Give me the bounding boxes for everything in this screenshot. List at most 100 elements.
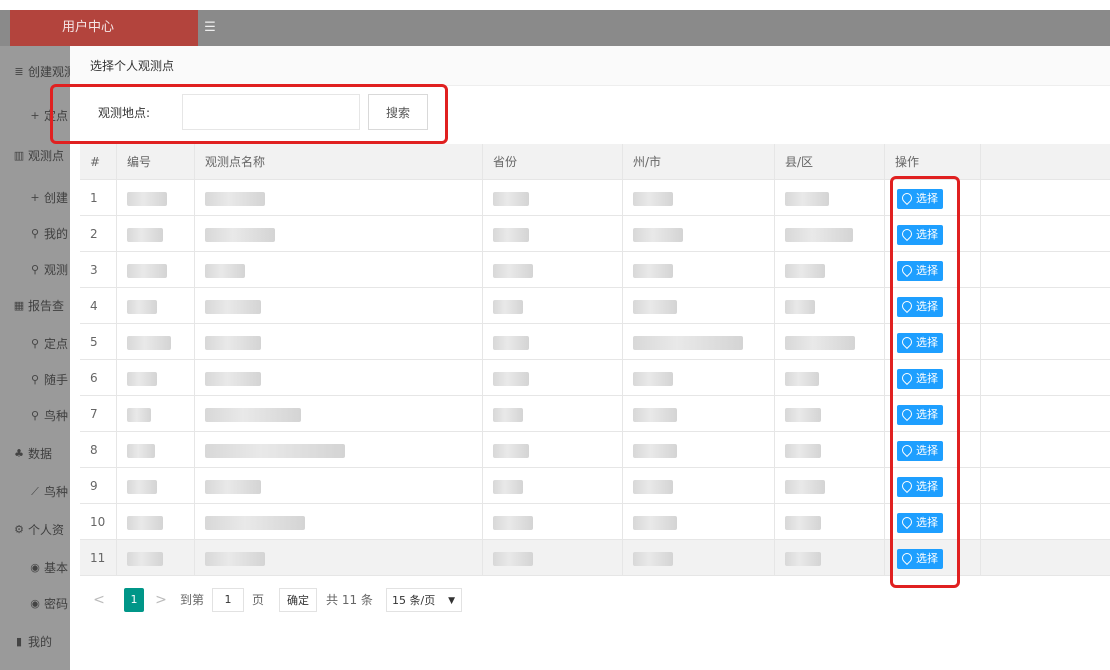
next-page-button[interactable]: > (152, 588, 170, 612)
select-button-label: 选择 (916, 336, 938, 349)
plus-icon: + (30, 109, 40, 122)
select-button[interactable]: 选择 (897, 189, 943, 209)
page-1-button[interactable]: 1 (124, 588, 144, 612)
goto-confirm-button[interactable]: 确定 (279, 588, 317, 612)
cell-code (116, 324, 194, 360)
sidebar-item-11[interactable]: ⟋ 鸟种 (0, 474, 70, 510)
header-province: 省份 (482, 144, 622, 180)
goto-label: 到第 (180, 593, 205, 607)
sidebar-item-10[interactable]: ♣ 数据 (0, 436, 70, 472)
redacted-text (127, 191, 167, 206)
select-button[interactable]: 选择 (897, 441, 943, 461)
redacted-text (633, 335, 743, 350)
sidebar: ≣ 创建观测点 + 定点 ▥观测点 + 创建 ⚲ 我的 ⚲ 观测 ▦报告查 ⚲ 定点 ⚲ 随手 ⚲ 鸟种 ♣ 数据 ⟋ 鸟… (0, 46, 70, 670)
sidebar-item-0[interactable]: ≣ 创建观测点 (0, 54, 70, 90)
redacted-text (493, 407, 523, 422)
sidebar-item-5[interactable]: ⚲ 观测 (0, 252, 70, 288)
header-filler (980, 144, 1110, 180)
page-size-select[interactable]: 15 条/页 ▼ (386, 588, 462, 612)
table-body: 1 选择 2 选择 3 选择 4 选择 5 选择 6 选择 7 选择 8 选择 9 选择 10 选择 11 选择 (80, 180, 1110, 576)
cell-province (482, 216, 622, 252)
sidebar-item-label: 数据 (28, 447, 53, 461)
select-button[interactable]: 选择 (897, 405, 943, 425)
cell-filler (980, 432, 1110, 468)
select-button[interactable]: 选择 (897, 297, 943, 317)
cell-city (622, 432, 774, 468)
sidebar-item-2[interactable]: ▥ 观测点 (0, 138, 70, 174)
search-label: 观测地点: (98, 106, 151, 120)
row-index: 7 (90, 407, 98, 421)
sidebar-item-15[interactable]: ▮ 我的 (0, 624, 70, 660)
select-button[interactable]: 选择 (897, 333, 943, 353)
select-button[interactable]: 选择 (897, 261, 943, 281)
redacted-text (785, 443, 821, 458)
redacted-text (633, 407, 677, 422)
search-button[interactable]: 搜索 (368, 94, 428, 130)
caret-down-icon: ▼ (448, 596, 455, 606)
cell-province (482, 288, 622, 324)
table-row: 2 选择 (80, 216, 1110, 252)
row-index: 3 (90, 263, 98, 277)
sidebar-item-label: 创建观测点 (28, 65, 70, 79)
header-code: 编号 (116, 144, 194, 180)
cell-code (116, 504, 194, 540)
redacted-text (785, 335, 855, 350)
goto-page-input[interactable] (212, 588, 244, 612)
cell-province (482, 252, 622, 288)
select-button[interactable]: 选择 (897, 513, 943, 533)
redacted-text (205, 407, 301, 422)
cell-city (622, 540, 774, 576)
select-button[interactable]: 选择 (897, 369, 943, 389)
redacted-text (205, 191, 265, 206)
cell-site-name (194, 504, 482, 540)
sidebar-item-9[interactable]: ⚲ 鸟种 (0, 398, 70, 434)
sidebar-item-3[interactable]: + 创建 (0, 180, 70, 216)
redacted-text (785, 299, 815, 314)
cell-site-name (194, 252, 482, 288)
cell-code (116, 432, 194, 468)
prev-page-button[interactable]: < (90, 588, 108, 612)
cell-filler (980, 468, 1110, 504)
redacted-text (633, 443, 677, 458)
redacted-text (633, 191, 673, 206)
brand-title[interactable]: 用户中心 (10, 10, 198, 46)
sidebar-item-label: 个人资 (28, 523, 65, 537)
sidebar-item-4[interactable]: ⚲ 我的 (0, 216, 70, 252)
redacted-text (493, 299, 523, 314)
redacted-text (785, 227, 853, 242)
redacted-text (493, 263, 533, 278)
cell-city (622, 396, 774, 432)
sidebar-item-12[interactable]: ⚙ 个人资 (0, 512, 70, 548)
select-button[interactable]: 选择 (897, 477, 943, 497)
sidebar-item-8[interactable]: ⚲ 随手 (0, 362, 70, 398)
cell-filler (980, 324, 1110, 360)
search-icon: ⚲ (30, 227, 40, 240)
search-input[interactable] (182, 94, 360, 130)
redacted-text (785, 407, 821, 422)
sidebar-item-6[interactable]: ▦ 报告查 (0, 288, 70, 324)
sidebar-item-1[interactable]: + 定点 (0, 98, 70, 134)
select-button[interactable]: 选择 (897, 549, 943, 569)
redacted-text (127, 515, 163, 530)
row-index: 8 (90, 443, 98, 457)
cell-site-name (194, 396, 482, 432)
page-size-value: 15 条/页 (392, 594, 436, 607)
redacted-text (205, 443, 345, 458)
redacted-text (493, 227, 529, 242)
sidebar-item-7[interactable]: ⚲ 定点 (0, 326, 70, 362)
cell-filler (980, 288, 1110, 324)
redacted-text (127, 479, 157, 494)
sidebar-item-13[interactable]: ◉ 基本 (0, 550, 70, 586)
sidebar-item-14[interactable]: ◉ 密码 (0, 586, 70, 622)
cell-county (774, 540, 884, 576)
cell-province (482, 324, 622, 360)
cell-code (116, 288, 194, 324)
select-button[interactable]: 选择 (897, 225, 943, 245)
sidebar-item-label: 随手 (44, 373, 69, 387)
menu-fold-icon[interactable]: ☰ (200, 10, 220, 46)
site-table: # 编号 观测点名称 省份 州/市 县/区 操作 1 选择 2 选择 3 选择 4 选择 5 选择… (80, 144, 1110, 576)
cell-filler (980, 540, 1110, 576)
cell-county (774, 504, 884, 540)
cell-action: 选择 (884, 396, 980, 432)
cell-province (482, 540, 622, 576)
